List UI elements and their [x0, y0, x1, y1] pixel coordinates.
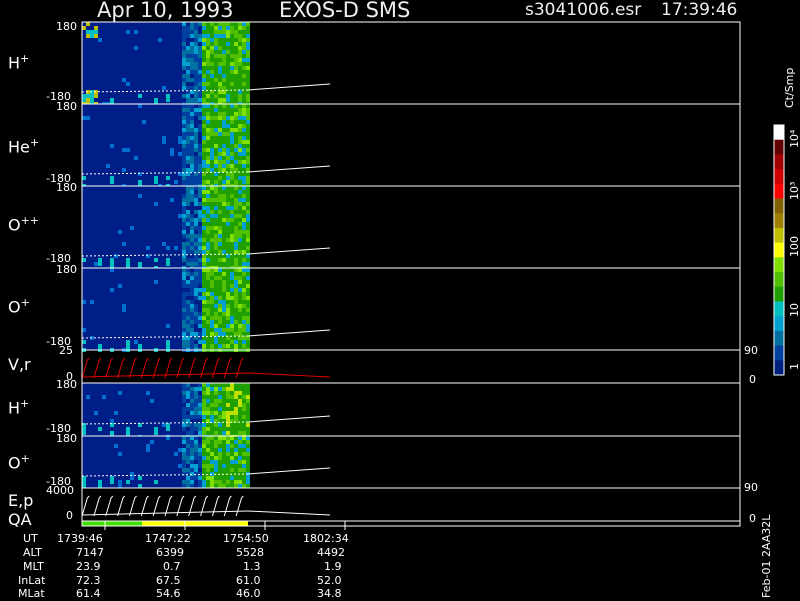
tick-h2-top: 180 — [56, 378, 77, 391]
colorbar-tick-1e3: 10³ — [788, 181, 800, 200]
panel-label-h-plus-2: H+ — [8, 397, 30, 418]
panel-label-qa: QA — [8, 510, 32, 529]
ephemeris-label: UT — [23, 532, 38, 545]
panel-label-ep: E,p — [8, 491, 34, 510]
rtick-vr-top: 90 — [744, 344, 758, 357]
ephemeris-row-alt: ALT 7147 6399 5528 4492 — [0, 546, 400, 560]
ephemeris-cell: 46.0 — [236, 587, 261, 600]
trace-h-plus-1 — [247, 83, 331, 91]
ephemeris-cell: 1747:22 — [145, 532, 191, 545]
colorbar-tick-1e4: 10⁴ — [788, 129, 800, 148]
colorbar-swatch-11 — [774, 286, 784, 302]
ephemeris-table: UT 1739:46 1747:22 1754:50 1802:34 ALT 7… — [0, 530, 400, 600]
ephemeris-cell: 1.9 — [324, 560, 342, 573]
colorbar-tick-1: 1 — [788, 363, 800, 370]
tick-opp-top: 180 — [56, 181, 77, 194]
colorbar-swatch-7 — [774, 227, 784, 244]
panel-label-h-plus-1: H+ — [8, 52, 30, 73]
ephemeris-label: ALT — [23, 546, 42, 559]
ephemeris-cell: 1754:50 — [223, 532, 269, 545]
ephemeris-cell: 1.3 — [243, 560, 261, 573]
colorbar-swatch-14 — [774, 330, 784, 347]
ephemeris-cell: 52.0 — [317, 574, 342, 587]
trace-o-plus-1 — [247, 329, 331, 337]
tick-vr-top: 25 — [59, 344, 73, 357]
colorbar-swatch-13 — [774, 316, 784, 332]
tick-ep-bottom: 0 — [66, 509, 73, 522]
colorbar-swatch-0 — [774, 125, 784, 141]
colorbar-swatch-1 — [774, 139, 784, 155]
ephemeris-cell: 54.6 — [156, 587, 181, 600]
ephemeris-cell: 1802:34 — [303, 532, 349, 545]
colorbar-swatch-4 — [774, 183, 784, 200]
ephemeris-label: MLT — [23, 560, 44, 573]
ephemeris-cell: 1739:46 — [57, 532, 103, 545]
trace-o-plus-plus — [247, 247, 331, 255]
colorbar-swatch-10 — [774, 272, 784, 288]
ephemeris-cell: 34.8 — [317, 587, 342, 600]
qa-yellow — [142, 521, 248, 526]
plot-date-stamp: Feb-01 2AA32L — [760, 514, 773, 598]
trend-ep — [247, 510, 331, 516]
colorbar-tick-100: 100 — [788, 236, 800, 257]
panel-label-he-plus: He+ — [8, 136, 40, 157]
trend-vr — [247, 372, 331, 378]
rtick-ep-top: 90 — [744, 481, 758, 494]
ephemeris-cell: 4492 — [317, 546, 345, 559]
ephemeris-row-inlat: InLat 72.3 67.5 61.0 52.0 — [0, 574, 400, 588]
ephemeris-label: MLat — [18, 587, 45, 600]
ephemeris-row-mlat: MLat 61.4 54.6 46.0 34.8 — [0, 587, 400, 601]
colorbar-swatch-16 — [774, 360, 784, 376]
colorbar-tick-10: 10 — [788, 303, 800, 317]
ephemeris-label: InLat — [18, 574, 46, 587]
colorbar-title: Ct/Smp — [783, 67, 796, 108]
panel-label-o-plus-1: O+ — [8, 296, 30, 317]
ephemeris-cell: 61.0 — [236, 574, 261, 587]
tick-ep-top: 4000 — [46, 484, 74, 497]
panel-label-vr: V,r — [8, 355, 31, 374]
ephemeris-cell: 0.7 — [163, 560, 181, 573]
colorbar-swatch-15 — [774, 345, 784, 361]
colorbar-swatch-8 — [774, 242, 784, 258]
ephemeris-cell: 6399 — [156, 546, 184, 559]
ephemeris-cell: 5528 — [236, 546, 264, 559]
colorbar-swatch-3 — [774, 169, 784, 185]
ephemeris-cell: 67.5 — [156, 574, 181, 587]
ephemeris-cell: 61.4 — [76, 587, 101, 600]
ephemeris-cell: 7147 — [76, 546, 104, 559]
ephemeris-cell: 72.3 — [76, 574, 101, 587]
rtick-ep-bottom: 0 — [749, 512, 756, 525]
colorbar-swatch-5 — [774, 198, 784, 214]
trace-h-plus-2 — [247, 415, 331, 423]
trace-he-plus — [247, 165, 331, 173]
ephemeris-row-mlt: MLT 23.9 0.7 1.3 1.9 — [0, 560, 400, 574]
colorbar-swatch-9 — [774, 257, 784, 273]
tick-o2-top: 180 — [56, 432, 77, 445]
trace-o-plus-2 — [247, 467, 331, 475]
panel-label-o-plus-plus: O++ — [8, 214, 40, 235]
ephemeris-row-ut: UT 1739:46 1747:22 1754:50 1802:34 — [0, 532, 400, 546]
spectrogram-plot — [81, 21, 785, 530]
ephemeris-cell: 23.9 — [76, 560, 101, 573]
tick-h1-top: 180 — [56, 20, 77, 33]
colorbar-swatch-2 — [774, 154, 784, 170]
tick-he-top: 180 — [56, 100, 77, 113]
colorbar-swatch-6 — [774, 213, 784, 229]
panel-label-o-plus-2: O+ — [8, 452, 30, 473]
qa-green — [82, 521, 142, 526]
tick-op1-top: 180 — [56, 263, 77, 276]
rtick-vr-bottom: 0 — [749, 373, 756, 386]
colorbar-swatch-12 — [774, 301, 784, 317]
